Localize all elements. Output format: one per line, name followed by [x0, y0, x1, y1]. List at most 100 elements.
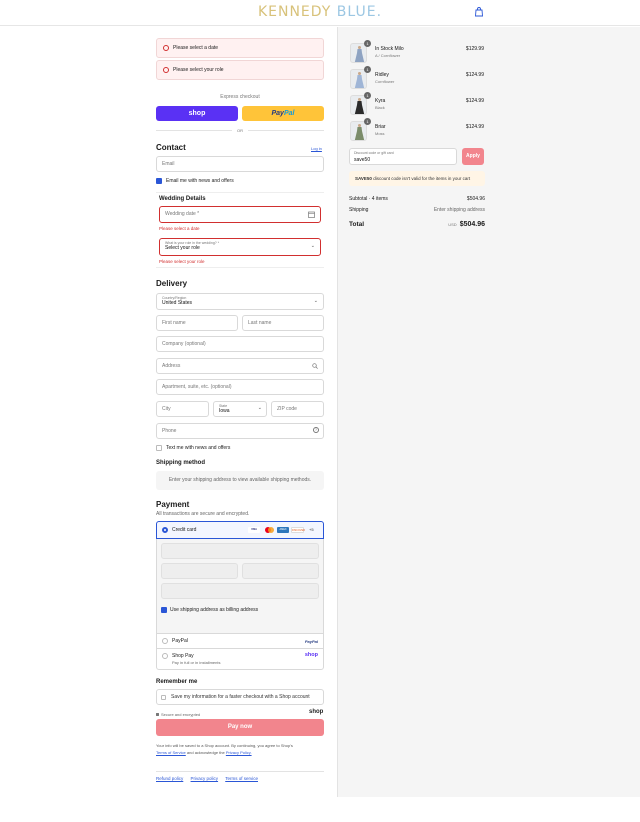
amex-icon: AMEX: [277, 527, 289, 533]
header: KENNEDY BLUE.: [0, 0, 640, 26]
paypal-option-label: PayPal: [172, 638, 188, 644]
wedding-details-title: Wedding Details: [159, 196, 206, 202]
apply-discount-button[interactable]: Apply: [462, 148, 484, 165]
shop-logo: shop: [309, 709, 324, 715]
mastercard-icon: [263, 527, 275, 533]
last-name-field[interactable]: Last name: [242, 315, 324, 331]
paypal-radio[interactable]: [162, 638, 168, 644]
terms-of-service-footer-link[interactable]: Terms of service: [225, 776, 258, 781]
newsletter-checkbox[interactable]: [156, 178, 162, 184]
footer-links: Refund policy Privacy policy Terms of se…: [156, 776, 264, 781]
shop-pay-express-button[interactable]: shop: [156, 106, 238, 121]
last-name-placeholder: Last name: [248, 320, 272, 326]
discount-warning: SAVE50 discount code isn't valid for the…: [349, 171, 485, 186]
login-link[interactable]: Log in: [311, 146, 322, 151]
wedding-date-field[interactable]: Wedding date *: [159, 206, 321, 223]
subtotal-row: Subtotal · 4 items $504.96: [349, 196, 485, 202]
phone-field[interactable]: Phone ?: [156, 423, 324, 439]
wedding-role-value: Select your role: [165, 245, 200, 251]
paypal-logo: PayPal: [304, 639, 318, 644]
shipping-label: Shipping: [349, 207, 369, 213]
product-name: Ridley: [375, 72, 389, 78]
shop-pay-option[interactable]: Shop Pay Pay in full or in installments …: [156, 648, 324, 670]
role-error-banner-text: Please select your role: [173, 67, 224, 73]
privacy-policy-footer-link[interactable]: Privacy policy: [191, 776, 219, 781]
shop-pay-sub: Pay in full or in installments: [172, 660, 221, 665]
credit-card-radio[interactable]: [162, 527, 168, 533]
company-field[interactable]: Company (optional): [156, 336, 324, 352]
refund-policy-link[interactable]: Refund policy: [156, 776, 183, 781]
apply-label: Apply: [466, 153, 480, 159]
address-field[interactable]: Address: [156, 358, 324, 374]
paypal-express-button[interactable]: PayPal: [242, 106, 324, 121]
company-placeholder: Company (optional): [162, 341, 206, 347]
product-variant: Black: [375, 105, 385, 110]
credit-card-label: Credit card: [172, 527, 197, 533]
or-label: OR: [232, 128, 248, 133]
checkout-form: Please select a date Please select your …: [0, 27, 337, 797]
error-icon: [163, 45, 169, 51]
order-summary: [337, 27, 640, 797]
country-value: United States: [162, 300, 193, 306]
discount-code-label: Discount code or gift card: [354, 151, 394, 155]
terms-of-service-link[interactable]: Terms of Service: [156, 750, 186, 755]
discount-code-field[interactable]: Discount code or gift card save50: [349, 148, 457, 165]
visa-icon: VISA: [248, 527, 260, 533]
discount-warning-code: SAVE50: [355, 176, 372, 181]
product-name: Kyra: [375, 98, 386, 104]
currency-label: USD: [448, 222, 457, 227]
privacy-policy-link[interactable]: Privacy Policy.: [226, 750, 252, 755]
brand-logo[interactable]: KENNEDY BLUE.: [0, 4, 640, 20]
card-cvc-field[interactable]: [242, 563, 319, 579]
phone-placeholder: Phone: [162, 428, 177, 434]
legal-line: Your info will be saved to a Shop accoun…: [156, 743, 293, 748]
paypal-express-label-1: Pay: [271, 110, 284, 117]
remember-me-checkbox[interactable]: [161, 695, 166, 700]
city-placeholder: City: [162, 406, 171, 412]
dress-image: [354, 46, 365, 62]
card-name-field[interactable]: [161, 583, 319, 599]
card-expiry-field[interactable]: [161, 563, 238, 579]
discount-warning-message: discount code isn't valid for the items …: [373, 176, 471, 181]
first-name-placeholder: First name: [162, 320, 186, 326]
chevron-down-icon: ⌄: [257, 405, 262, 411]
product-price: $124.99: [465, 72, 484, 78]
date-error-banner: Please select a date: [156, 38, 324, 58]
shopping-bag-icon[interactable]: [474, 7, 484, 17]
chevron-down-icon: ⌄: [313, 298, 318, 304]
pay-now-button[interactable]: Pay now: [156, 719, 324, 736]
secure-note-text: Secure and encrypted: [161, 712, 201, 717]
remember-me-title: Remember me: [156, 679, 198, 685]
credit-card-option[interactable]: Credit card VISA AMEX DISCOVER +5: [156, 521, 324, 539]
first-name-field[interactable]: First name: [156, 315, 238, 331]
country-select[interactable]: Country/Region United States ⌄: [156, 293, 324, 310]
paypal-option[interactable]: PayPal PayPal: [156, 633, 324, 649]
help-icon[interactable]: ?: [313, 427, 319, 433]
shipping-method-title: Shipping method: [156, 460, 205, 466]
shipping-message: Enter your shipping address to view avai…: [156, 471, 324, 490]
wedding-role-select[interactable]: What is your role in the wedding? * Sele…: [159, 238, 321, 256]
shop-pay-radio[interactable]: [162, 653, 168, 659]
product-price: $129.99: [465, 46, 484, 52]
paypal-express-label-2: Pal: [283, 110, 295, 117]
legal-and: and acknowledge the: [186, 750, 225, 755]
product-name: Briar: [375, 124, 386, 130]
remember-me-label: Save my information for a faster checkou…: [171, 694, 310, 700]
apartment-field[interactable]: Apartment, suite, etc. (optional): [156, 379, 324, 395]
card-number-field[interactable]: [161, 543, 319, 559]
total-label: Total: [349, 221, 365, 228]
zip-field[interactable]: ZIP code: [271, 401, 324, 417]
email-field[interactable]: Email: [156, 156, 324, 172]
discount-code-value: save50: [354, 157, 371, 163]
role-error-banner: Please select your role: [156, 60, 324, 80]
remember-me-option[interactable]: Save my information for a faster checkou…: [156, 689, 324, 705]
product-name: In Stock Milo: [375, 46, 404, 52]
state-select[interactable]: State Iowa ⌄: [213, 401, 267, 417]
text-me-checkbox[interactable]: [156, 445, 162, 451]
email-placeholder: Email: [162, 161, 175, 167]
chevron-down-icon: ⌄: [310, 243, 315, 249]
billing-same-checkbox[interactable]: [161, 607, 167, 613]
brand-part2: BLUE.: [336, 4, 383, 20]
dress-image: [354, 124, 365, 140]
city-field[interactable]: City: [156, 401, 209, 417]
